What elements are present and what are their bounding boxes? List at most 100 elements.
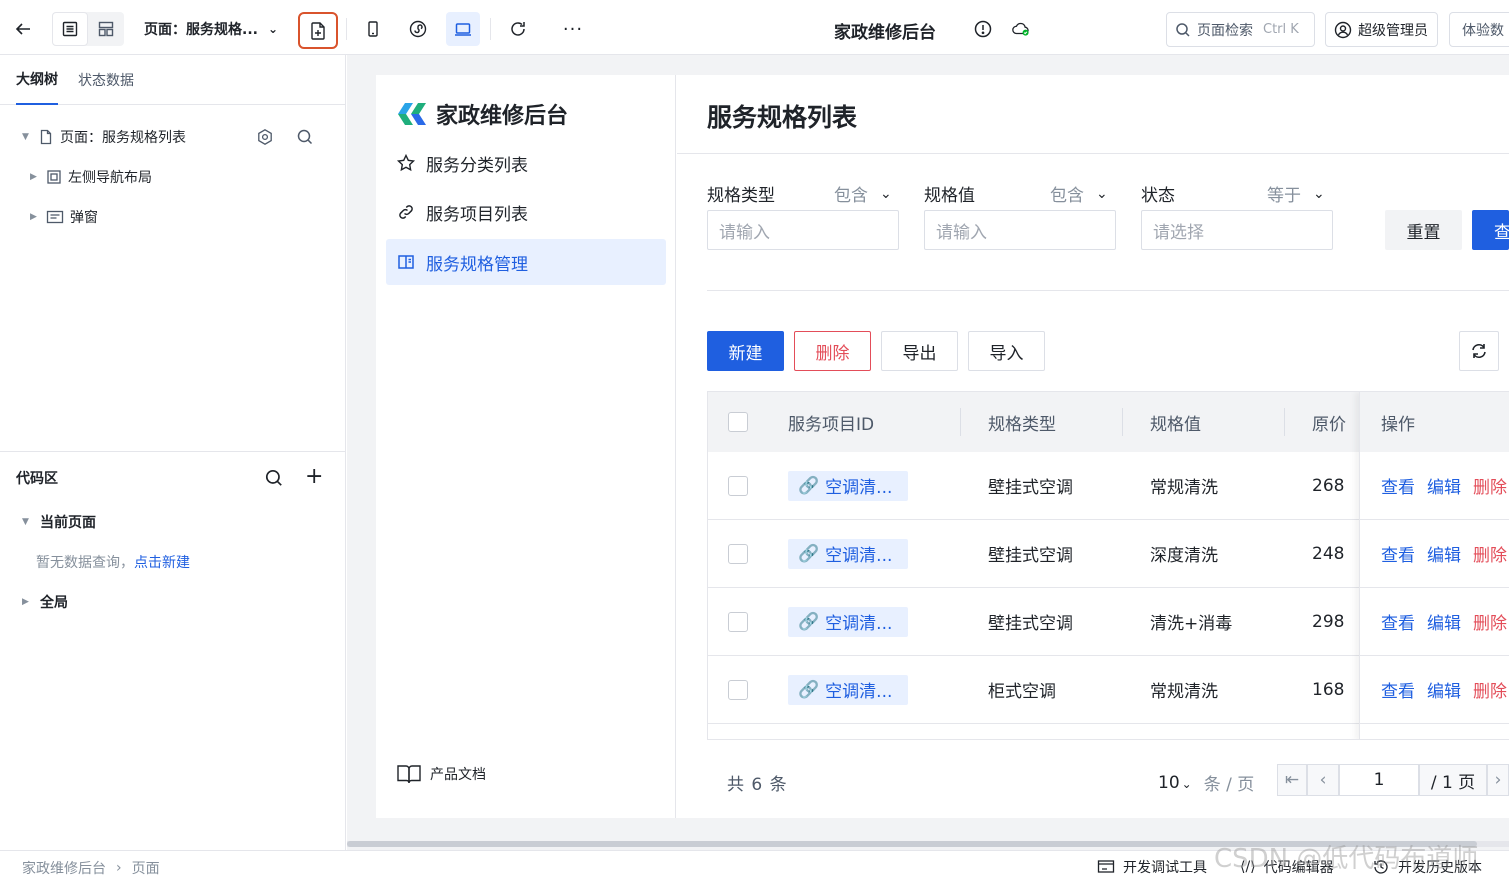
desktop-device-icon[interactable] — [446, 12, 480, 46]
filter-label-status: 状态 — [1141, 186, 1175, 206]
section-global[interactable]: ▶ 全局 — [22, 592, 68, 612]
view-link[interactable]: 查看 — [1381, 677, 1415, 702]
delete-button[interactable]: 删除 — [794, 331, 871, 371]
search-icon[interactable] — [264, 468, 284, 492]
export-button[interactable]: 导出 — [881, 331, 958, 371]
cloud-saved-icon[interactable] — [1004, 12, 1038, 46]
caret-right-icon[interactable]: ▶ — [30, 212, 40, 222]
search-label: 页面检索 — [1197, 22, 1253, 39]
caret-down-icon[interactable]: ▼ — [22, 132, 32, 142]
new-button[interactable]: 新建 — [707, 331, 784, 371]
product-docs-link[interactable]: 产品文档 — [396, 762, 486, 786]
more-icon[interactable]: ··· — [556, 12, 590, 46]
view-link[interactable]: 查看 — [1381, 541, 1415, 566]
nav-item-service-spec[interactable]: 服务规格管理 — [386, 239, 666, 285]
row-checkbox[interactable] — [728, 452, 748, 519]
caret-right-icon[interactable]: ▶ — [30, 172, 40, 182]
spec-value-input[interactable]: 请输入 — [924, 210, 1116, 250]
add-icon[interactable]: + — [305, 466, 323, 488]
page-size-select[interactable]: 10 ⌄ 条 / 页 — [1158, 770, 1255, 796]
page-selector[interactable]: 页面：服务规格... ⌄ — [144, 12, 278, 46]
service-name: 空调清... — [825, 478, 893, 498]
devtools-icon — [1097, 860, 1115, 873]
breadcrumb-page[interactable]: 页面 — [132, 858, 160, 878]
user-name: 超级管理员 — [1358, 22, 1428, 39]
nav-item-service-project[interactable]: 服务项目列表 — [386, 189, 666, 235]
devtools-button[interactable]: 开发调试工具 — [1097, 857, 1207, 877]
row-checkbox[interactable] — [728, 520, 748, 587]
filter-op-spec-value[interactable]: 包含 ⌄ — [1050, 181, 1108, 207]
edit-link[interactable]: 编辑 — [1427, 541, 1461, 566]
layout-view-icon[interactable] — [88, 12, 124, 46]
tree-node-nav-layout[interactable]: ▶ 左侧导航布局 — [30, 162, 152, 192]
breadcrumb-app[interactable]: 家政维修后台 — [22, 858, 106, 878]
search-icon — [1176, 22, 1190, 37]
reset-button[interactable]: 重置 — [1385, 210, 1462, 250]
row-actions: 查看 编辑 删除 — [1360, 452, 1509, 520]
refresh-icon[interactable] — [501, 12, 535, 46]
delete-link[interactable]: 删除 — [1473, 677, 1507, 702]
code-editor-button[interactable]: ⟨/⟩ 代码编辑器 — [1240, 857, 1334, 877]
mobile-device-icon[interactable] — [356, 12, 390, 46]
trial-button[interactable]: 体验数 — [1449, 12, 1509, 47]
delete-link[interactable]: 删除 — [1473, 473, 1507, 498]
row-actions: 查看 编辑 删除 — [1360, 520, 1509, 588]
filter-op-spec-type[interactable]: 包含 ⌄ — [834, 181, 892, 207]
view-link[interactable]: 查看 — [1381, 609, 1415, 634]
filter-op-status[interactable]: 等于 ⌄ — [1267, 181, 1325, 207]
next-page-button[interactable]: › — [1487, 764, 1509, 796]
edit-link[interactable]: 编辑 — [1427, 677, 1461, 702]
page-number-input[interactable]: 1 — [1339, 764, 1419, 796]
chevron-right-icon: › — [116, 860, 122, 876]
service-link-tag[interactable]: 🔗 空调清... — [788, 606, 908, 637]
spec-type-input[interactable]: 请输入 — [707, 210, 899, 250]
table-refresh-button[interactable] — [1459, 331, 1499, 371]
create-query-link[interactable]: 点击新建 — [134, 555, 190, 571]
service-link-tag[interactable]: 🔗 空调清... — [788, 538, 908, 569]
settings-icon[interactable] — [256, 128, 274, 150]
trial-label: 体验数 — [1462, 22, 1504, 39]
page-size-unit: 条 / 页 — [1203, 775, 1255, 795]
delete-link[interactable]: 删除 — [1473, 609, 1507, 634]
service-link-tag[interactable]: 🔗 空调清... — [788, 470, 908, 501]
cell-price: 268 — [1312, 475, 1345, 496]
tree-node-dialog[interactable]: ▶ 弹窗 — [30, 202, 98, 232]
code-editor-label: 代码编辑器 — [1263, 860, 1334, 876]
service-link-tag[interactable]: 🔗 空调清... — [788, 674, 908, 705]
user-menu-button[interactable]: 超级管理员 — [1325, 12, 1438, 47]
query-button[interactable]: 查 — [1472, 210, 1509, 250]
book-icon — [398, 255, 414, 269]
miniprogram-icon[interactable] — [401, 12, 435, 46]
back-arrow-icon[interactable] — [6, 12, 40, 46]
section-current-page[interactable]: ▼ 当前页面 — [22, 512, 96, 532]
cell-spec-type: 壁挂式空调 — [988, 478, 1073, 498]
edit-link[interactable]: 编辑 — [1427, 609, 1461, 634]
tree-node-page[interactable]: ▼ 页面：服务规格列表 — [22, 122, 332, 152]
info-icon[interactable] — [966, 12, 1000, 46]
first-page-button[interactable]: ⇤ — [1277, 764, 1307, 796]
new-page-button[interactable] — [298, 12, 338, 49]
canvas-scrollbar[interactable] — [347, 841, 1509, 847]
tab-outline-tree[interactable]: 大纲树 — [16, 55, 58, 105]
outline-view-icon[interactable] — [52, 12, 88, 46]
view-link[interactable]: 查看 — [1381, 473, 1415, 498]
select-all-checkbox[interactable] — [728, 392, 748, 452]
row-checkbox[interactable] — [728, 656, 748, 723]
scrollbar-thumb[interactable] — [347, 841, 1477, 847]
prev-page-button[interactable]: ‹ — [1307, 764, 1339, 796]
app-title: 家政维修后台 — [834, 23, 936, 43]
tree-node-label: 左侧导航布局 — [68, 170, 152, 186]
history-button[interactable]: 开发历史版本 — [1372, 857, 1482, 877]
nav-item-service-category[interactable]: 服务分类列表 — [386, 140, 666, 186]
import-button[interactable]: 导入 — [968, 331, 1045, 371]
row-checkbox[interactable] — [728, 588, 748, 655]
caret-right-icon: ▶ — [22, 597, 29, 607]
chevron-down-icon: ⌄ — [880, 185, 892, 202]
edit-link[interactable]: 编辑 — [1427, 473, 1461, 498]
status-select[interactable]: 请选择 — [1141, 210, 1333, 250]
page-search-button[interactable]: 页面检索 Ctrl K — [1166, 12, 1315, 47]
page-selector-label: 页面：服务规格... — [144, 22, 258, 38]
delete-link[interactable]: 删除 — [1473, 541, 1507, 566]
search-icon[interactable] — [296, 128, 314, 150]
tab-state-data[interactable]: 状态数据 — [78, 55, 134, 105]
